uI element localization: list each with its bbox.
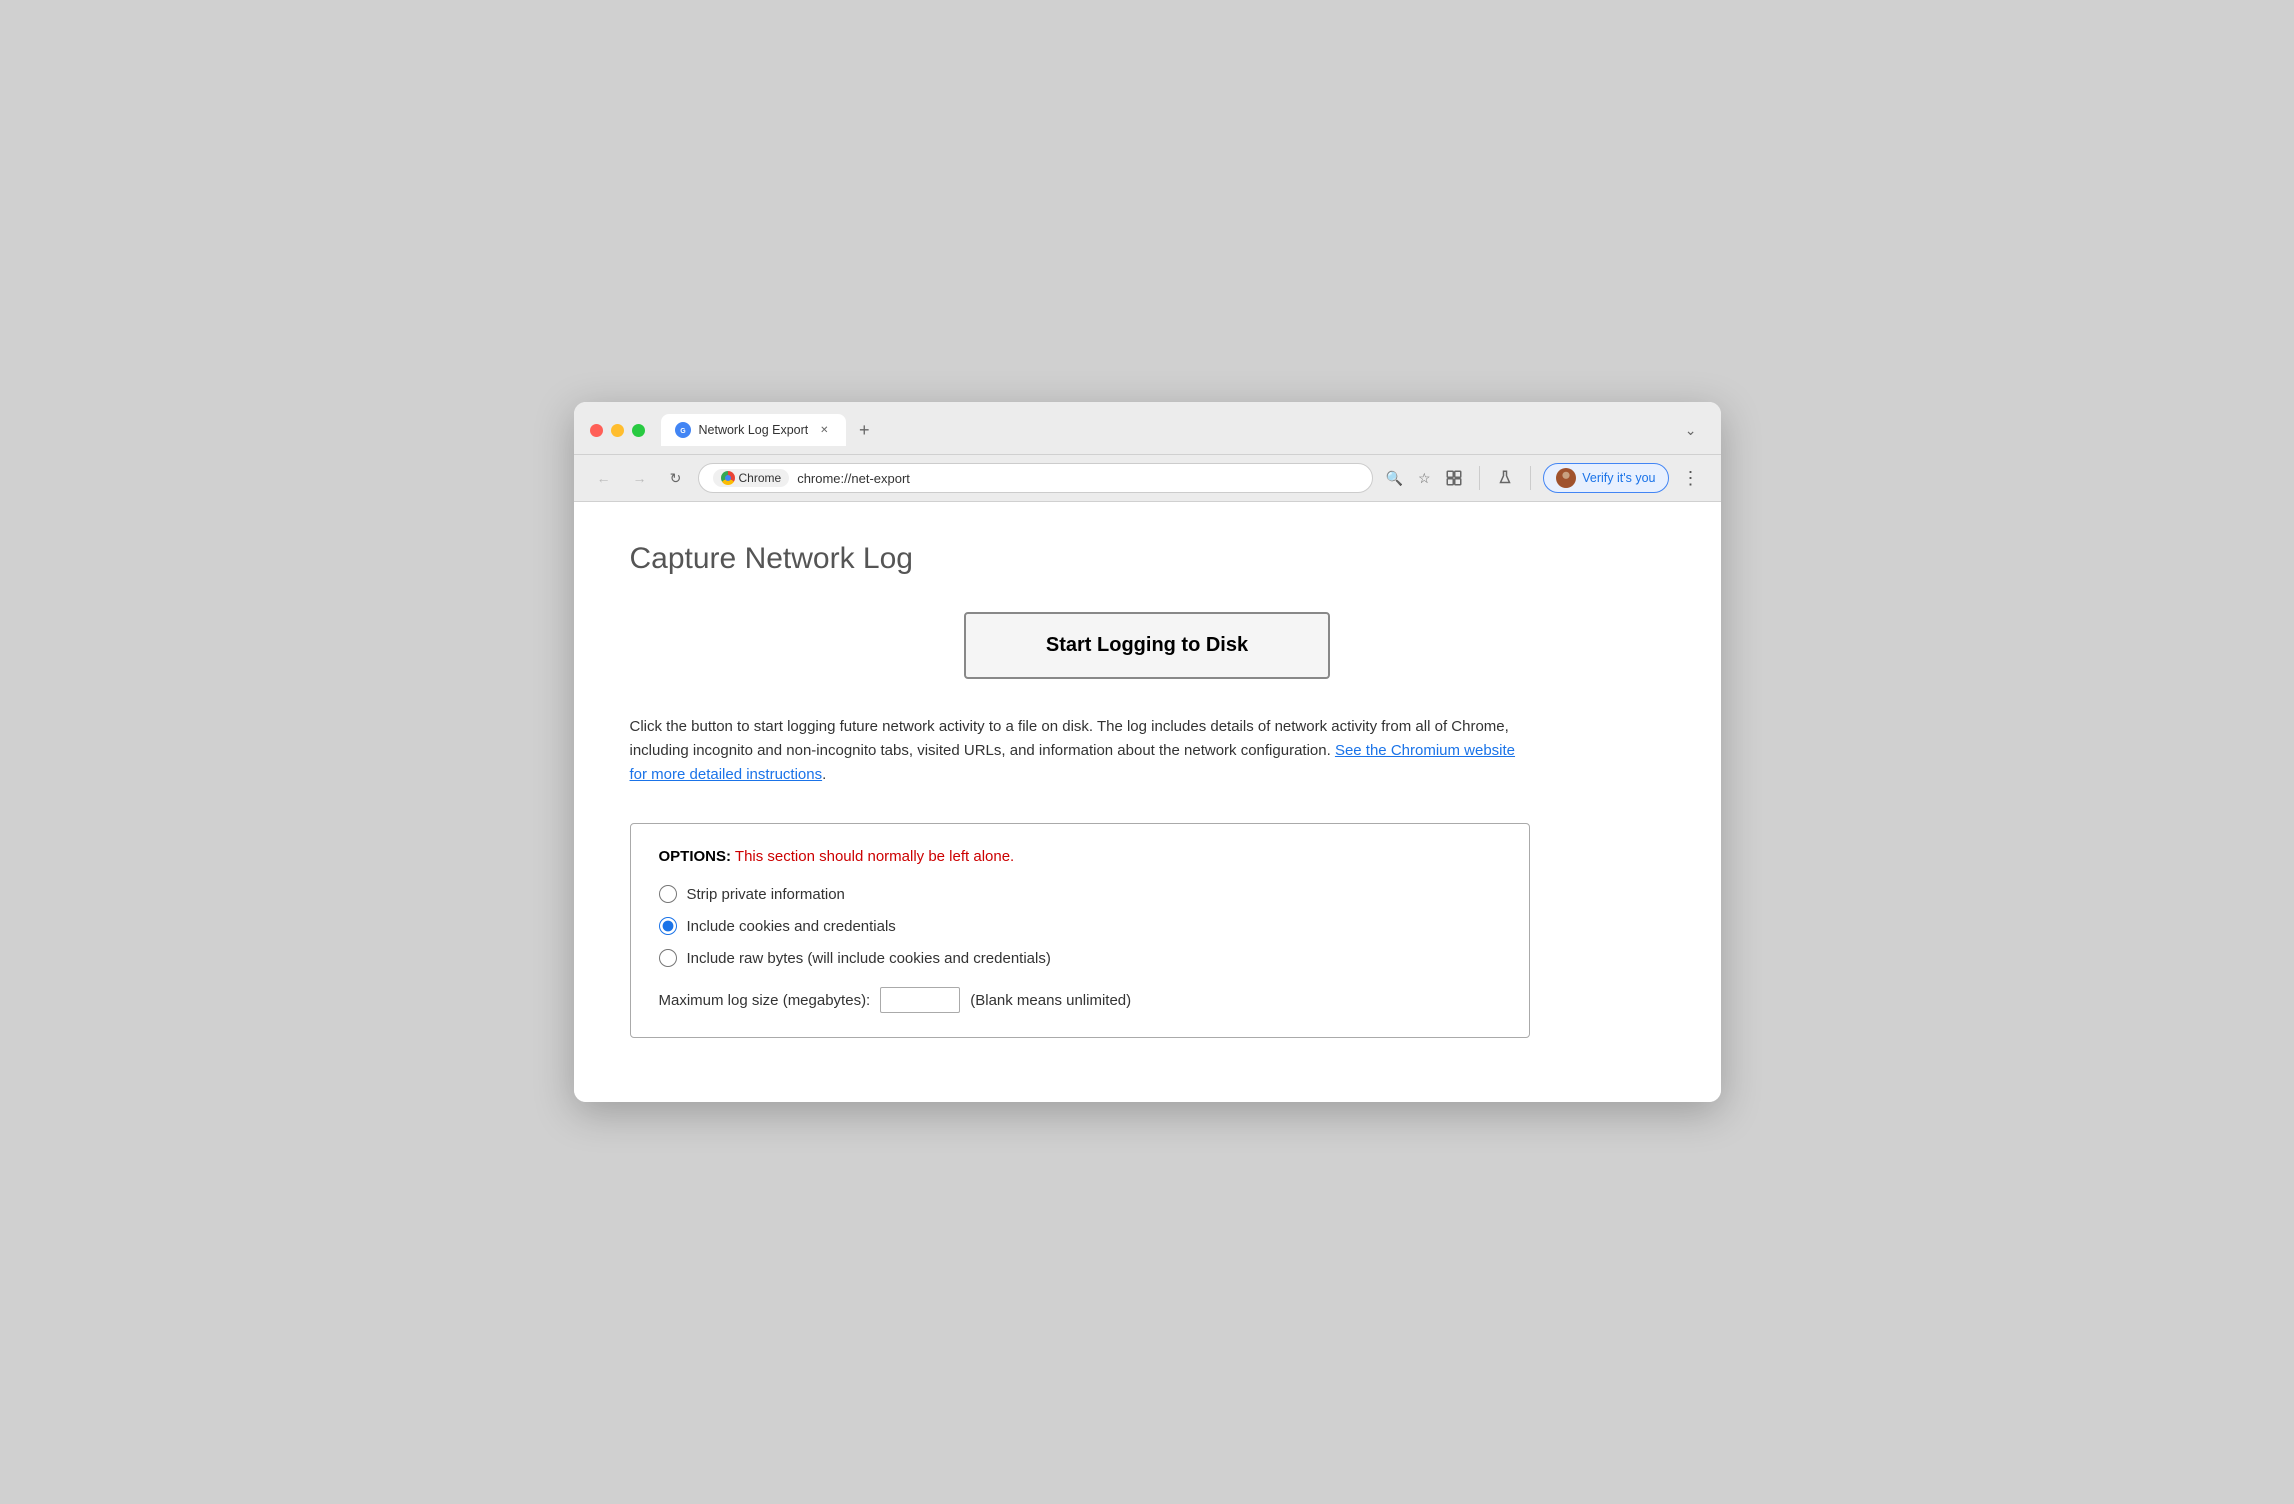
- options-header-warning: This section should normally be left alo…: [731, 848, 1014, 865]
- options-header: OPTIONS: This section should normally be…: [659, 848, 1501, 865]
- start-button-container: Start Logging to Disk: [630, 612, 1665, 679]
- options-header-bold: OPTIONS:: [659, 848, 732, 865]
- max-log-label-after: (Blank means unlimited): [970, 992, 1131, 1009]
- options-box: OPTIONS: This section should normally be…: [630, 823, 1530, 1038]
- traffic-lights: [590, 424, 645, 437]
- tab-close-button[interactable]: ✕: [816, 422, 832, 438]
- radio-cookies-label: Include cookies and credentials: [687, 918, 896, 935]
- radio-cookies[interactable]: [659, 917, 677, 935]
- active-tab[interactable]: G Network Log Export ✕: [661, 414, 847, 446]
- radio-rawbytes-label: Include raw bytes (will include cookies …: [687, 950, 1051, 967]
- page-title: Capture Network Log: [630, 542, 1665, 576]
- bookmark-icon[interactable]: ☆: [1411, 465, 1437, 491]
- chrome-badge: Chrome: [713, 469, 790, 487]
- extension-icon[interactable]: [1441, 465, 1467, 491]
- toolbar-icons: 🔍 ☆: [1381, 465, 1467, 491]
- radio-item-strip[interactable]: Strip private information: [659, 885, 1501, 903]
- radio-rawbytes[interactable]: [659, 949, 677, 967]
- toolbar-separator-2: [1530, 466, 1531, 490]
- window-menu-button[interactable]: ⌄: [1677, 418, 1705, 443]
- minimize-button[interactable]: [611, 424, 624, 437]
- forward-button[interactable]: →: [626, 464, 654, 492]
- radio-strip[interactable]: [659, 885, 677, 903]
- toolbar-separator: [1479, 466, 1480, 490]
- maximize-button[interactable]: [632, 424, 645, 437]
- max-log-row: Maximum log size (megabytes): (Blank mea…: [659, 987, 1501, 1013]
- tab-favicon: G: [675, 422, 691, 438]
- address-bar[interactable]: Chrome chrome://net-export: [698, 463, 1374, 493]
- profile-avatar: [1556, 468, 1576, 488]
- reload-button[interactable]: ↻: [662, 464, 690, 492]
- close-button[interactable]: [590, 424, 603, 437]
- chrome-menu-button[interactable]: ⋮: [1677, 464, 1705, 492]
- address-bar-row: ← → ↻ Chrome chrome://net-export 🔍 ☆: [574, 455, 1721, 502]
- profile-label: Verify it's you: [1582, 471, 1655, 485]
- chrome-label: Chrome: [739, 471, 782, 485]
- tabs-row: G Network Log Export ✕ +: [661, 414, 1677, 446]
- description-text: Click the button to start logging future…: [630, 715, 1530, 787]
- radio-item-cookies[interactable]: Include cookies and credentials: [659, 917, 1501, 935]
- url-text: chrome://net-export: [797, 471, 1358, 486]
- radio-group: Strip private information Include cookie…: [659, 885, 1501, 967]
- radio-item-rawbytes[interactable]: Include raw bytes (will include cookies …: [659, 949, 1501, 967]
- verify-profile-button[interactable]: Verify it's you: [1543, 463, 1668, 493]
- search-icon[interactable]: 🔍: [1381, 465, 1407, 491]
- tab-title: Network Log Export: [699, 423, 809, 437]
- browser-window: G Network Log Export ✕ + ⌄ ← → ↻: [574, 402, 1721, 1102]
- max-log-input[interactable]: [880, 987, 960, 1013]
- lab-icon[interactable]: [1492, 465, 1518, 491]
- description-after-link: .: [822, 766, 826, 783]
- back-button[interactable]: ←: [590, 464, 618, 492]
- title-bar: G Network Log Export ✕ + ⌄: [574, 402, 1721, 455]
- svg-text:G: G: [680, 428, 686, 435]
- new-tab-button[interactable]: +: [850, 416, 878, 444]
- page-content: Capture Network Log Start Logging to Dis…: [574, 502, 1721, 1102]
- start-logging-button[interactable]: Start Logging to Disk: [964, 612, 1330, 679]
- max-log-label-before: Maximum log size (megabytes):: [659, 992, 871, 1009]
- radio-strip-label: Strip private information: [687, 886, 845, 903]
- chrome-icon: [721, 471, 735, 485]
